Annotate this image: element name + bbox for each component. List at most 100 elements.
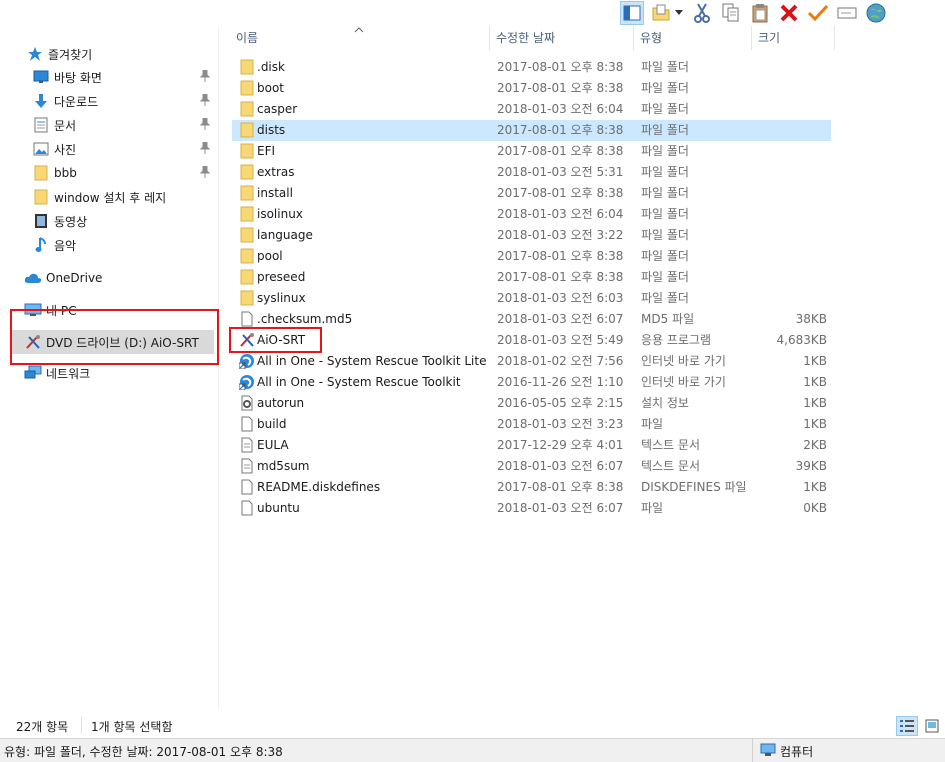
file-row[interactable]: EULA 2017-12-29 오후 4:01 텍스트 문서 2KB bbox=[232, 435, 831, 456]
new-item-icon[interactable] bbox=[649, 1, 673, 25]
file-name: EFI bbox=[257, 144, 276, 158]
file-size: 2KB bbox=[803, 438, 827, 452]
file-date: 2018-01-03 오전 6:04 bbox=[497, 102, 624, 116]
file-row[interactable]: dists 2017-08-01 오후 8:38 파일 폴더 bbox=[232, 120, 831, 141]
nav-item-label: 문서 bbox=[54, 118, 77, 133]
file-row[interactable]: .disk 2017-08-01 오후 8:38 파일 폴더 bbox=[232, 57, 831, 78]
file-date: 2018-01-03 오전 6:07 bbox=[497, 501, 624, 515]
nav-quick-access[interactable]: 즐겨찾기 bbox=[26, 43, 92, 65]
delete-icon[interactable] bbox=[777, 1, 801, 25]
cloud-icon bbox=[24, 269, 42, 287]
nav-item-label: 동영상 bbox=[54, 214, 88, 229]
file-icon bbox=[239, 500, 255, 516]
file-date: 2018-01-03 오전 3:23 bbox=[497, 417, 624, 431]
file-row[interactable]: ubuntu 2018-01-03 오전 6:07 파일 0KB bbox=[232, 498, 831, 519]
column-type-header[interactable]: 유형 bbox=[634, 26, 752, 50]
nav-item-pictures[interactable]: 사진 bbox=[32, 138, 219, 160]
nav-item-window-setup[interactable]: window 설치 후 레지 bbox=[32, 186, 166, 208]
nav-item-label: window 설치 후 레지 bbox=[54, 190, 167, 205]
text-file-icon bbox=[239, 458, 255, 474]
file-size bbox=[752, 99, 827, 120]
large-icons-view-button[interactable] bbox=[922, 716, 942, 736]
checkmark-icon[interactable] bbox=[806, 1, 830, 25]
pin-icon[interactable] bbox=[199, 117, 211, 133]
folder-icon bbox=[239, 80, 255, 96]
details-view-button[interactable] bbox=[896, 716, 918, 736]
nav-item-bbb[interactable]: bbb bbox=[32, 162, 219, 184]
file-date: 2017-12-29 오후 4:01 bbox=[497, 438, 624, 452]
file-date: 2018-01-03 오전 5:31 bbox=[497, 165, 624, 179]
globe-icon[interactable] bbox=[864, 1, 888, 25]
file-row[interactable]: README.diskdefines 2017-08-01 오후 8:38 DISK… bbox=[232, 477, 831, 498]
file-name: EULA bbox=[257, 438, 289, 452]
file-row[interactable]: language 2018-01-03 오전 3:22 파일 폴더 bbox=[232, 225, 831, 246]
nav-item-videos[interactable]: 동영상 bbox=[32, 210, 87, 232]
nav-quick-access-label: 즐겨찾기 bbox=[48, 47, 93, 62]
file-icon bbox=[239, 479, 255, 495]
file-date: 2018-01-03 오전 6:03 bbox=[497, 291, 624, 305]
nav-item-downloads[interactable]: 다운로드 bbox=[32, 90, 219, 112]
file-date: 2017-08-01 오후 8:38 bbox=[497, 144, 624, 158]
file-type: 파일 폴더 bbox=[641, 144, 689, 158]
file-date: 2017-08-01 오후 8:38 bbox=[497, 270, 624, 284]
file-row[interactable]: preseed 2017-08-01 오후 8:38 파일 폴더 bbox=[232, 267, 831, 288]
file-date: 2016-05-05 오후 2:15 bbox=[497, 396, 624, 410]
file-date: 2018-01-02 오전 7:56 bbox=[497, 354, 624, 368]
file-size bbox=[752, 204, 827, 225]
file-row[interactable]: autorun 2016-05-05 오후 2:15 설치 정보 1KB bbox=[232, 393, 831, 414]
file-row[interactable]: isolinux 2018-01-03 오전 6:04 파일 폴더 bbox=[232, 204, 831, 225]
dropdown-arrow-icon[interactable] bbox=[673, 1, 685, 25]
file-size: 1KB bbox=[803, 480, 827, 494]
file-type: 파일 폴더 bbox=[641, 102, 689, 116]
file-row[interactable]: syslinux 2018-01-03 오전 6:03 파일 폴더 bbox=[232, 288, 831, 309]
file-type: 응용 프로그램 bbox=[641, 333, 712, 347]
sort-up-icon bbox=[354, 22, 364, 36]
file-row[interactable]: casper 2018-01-03 오전 6:04 파일 폴더 bbox=[232, 99, 831, 120]
file-row[interactable]: EFI 2017-08-01 오후 8:38 파일 폴더 bbox=[232, 141, 831, 162]
file-date: 2018-01-03 오전 6:04 bbox=[497, 207, 624, 221]
nav-item-desktop[interactable]: 바탕 화면 bbox=[32, 66, 219, 88]
detail-text: 유형: 파일 폴더, 수정한 날짜: 2017-08-01 오후 8:38 bbox=[4, 745, 283, 759]
file-row[interactable]: extras 2018-01-03 오전 5:31 파일 폴더 bbox=[232, 162, 831, 183]
file-type: 파일 폴더 bbox=[641, 186, 689, 200]
file-name: isolinux bbox=[257, 207, 303, 221]
location-label: 컴퓨터 bbox=[780, 745, 814, 759]
file-icon bbox=[239, 311, 255, 327]
pin-icon[interactable] bbox=[199, 141, 211, 157]
nav-item-documents[interactable]: 문서 bbox=[32, 114, 219, 136]
nav-onedrive[interactable]: OneDrive bbox=[24, 267, 102, 289]
paste-icon[interactable] bbox=[748, 1, 772, 25]
column-size-header[interactable]: 크기 bbox=[752, 26, 835, 50]
navigation-pane: 즐겨찾기 바탕 화면 다운로드 문서 사진 bbb window 설치 후 레지… bbox=[0, 26, 219, 710]
nav-item-label: 바탕 화면 bbox=[54, 70, 102, 85]
file-row[interactable]: All in One - System Rescue Toolkit 2016-1… bbox=[232, 372, 831, 393]
file-size: 38KB bbox=[795, 312, 827, 326]
folder-icon bbox=[239, 206, 255, 222]
folder-icon bbox=[239, 164, 255, 180]
file-row[interactable]: md5sum 2018-01-03 오전 6:07 텍스트 문서 39KB bbox=[232, 456, 831, 477]
file-type: 텍스트 문서 bbox=[641, 438, 701, 452]
rename-icon[interactable] bbox=[835, 1, 859, 25]
nav-network[interactable]: 네트워크 bbox=[24, 362, 90, 384]
file-row[interactable]: boot 2017-08-01 오후 8:38 파일 폴더 bbox=[232, 78, 831, 99]
file-row[interactable]: pool 2017-08-01 오후 8:38 파일 폴더 bbox=[232, 246, 831, 267]
file-row[interactable]: build 2018-01-03 오전 3:23 파일 1KB bbox=[232, 414, 831, 435]
pin-icon[interactable] bbox=[199, 93, 211, 109]
nav-item-music[interactable]: 음악 bbox=[32, 234, 76, 256]
file-size: 1KB bbox=[803, 396, 827, 410]
folder-icon bbox=[239, 122, 255, 138]
nav-onedrive-label: OneDrive bbox=[46, 271, 103, 285]
column-date-header[interactable]: 수정한 날짜 bbox=[490, 26, 634, 50]
nav-item-label: 음악 bbox=[54, 238, 77, 253]
copy-icon[interactable] bbox=[719, 1, 743, 25]
file-type: 인터넷 바로 가기 bbox=[641, 354, 726, 368]
cut-icon[interactable] bbox=[690, 1, 714, 25]
layout-pane-icon[interactable] bbox=[620, 1, 644, 25]
file-date: 2017-08-01 오후 8:38 bbox=[497, 81, 624, 95]
file-size bbox=[752, 267, 827, 288]
pin-icon[interactable] bbox=[199, 69, 211, 85]
file-row[interactable]: install 2017-08-01 오후 8:38 파일 폴더 bbox=[232, 183, 831, 204]
file-row[interactable]: All in One - System Rescue Toolkit Lite 2… bbox=[232, 351, 831, 372]
pin-icon[interactable] bbox=[199, 165, 211, 181]
folder-icon bbox=[32, 164, 50, 182]
